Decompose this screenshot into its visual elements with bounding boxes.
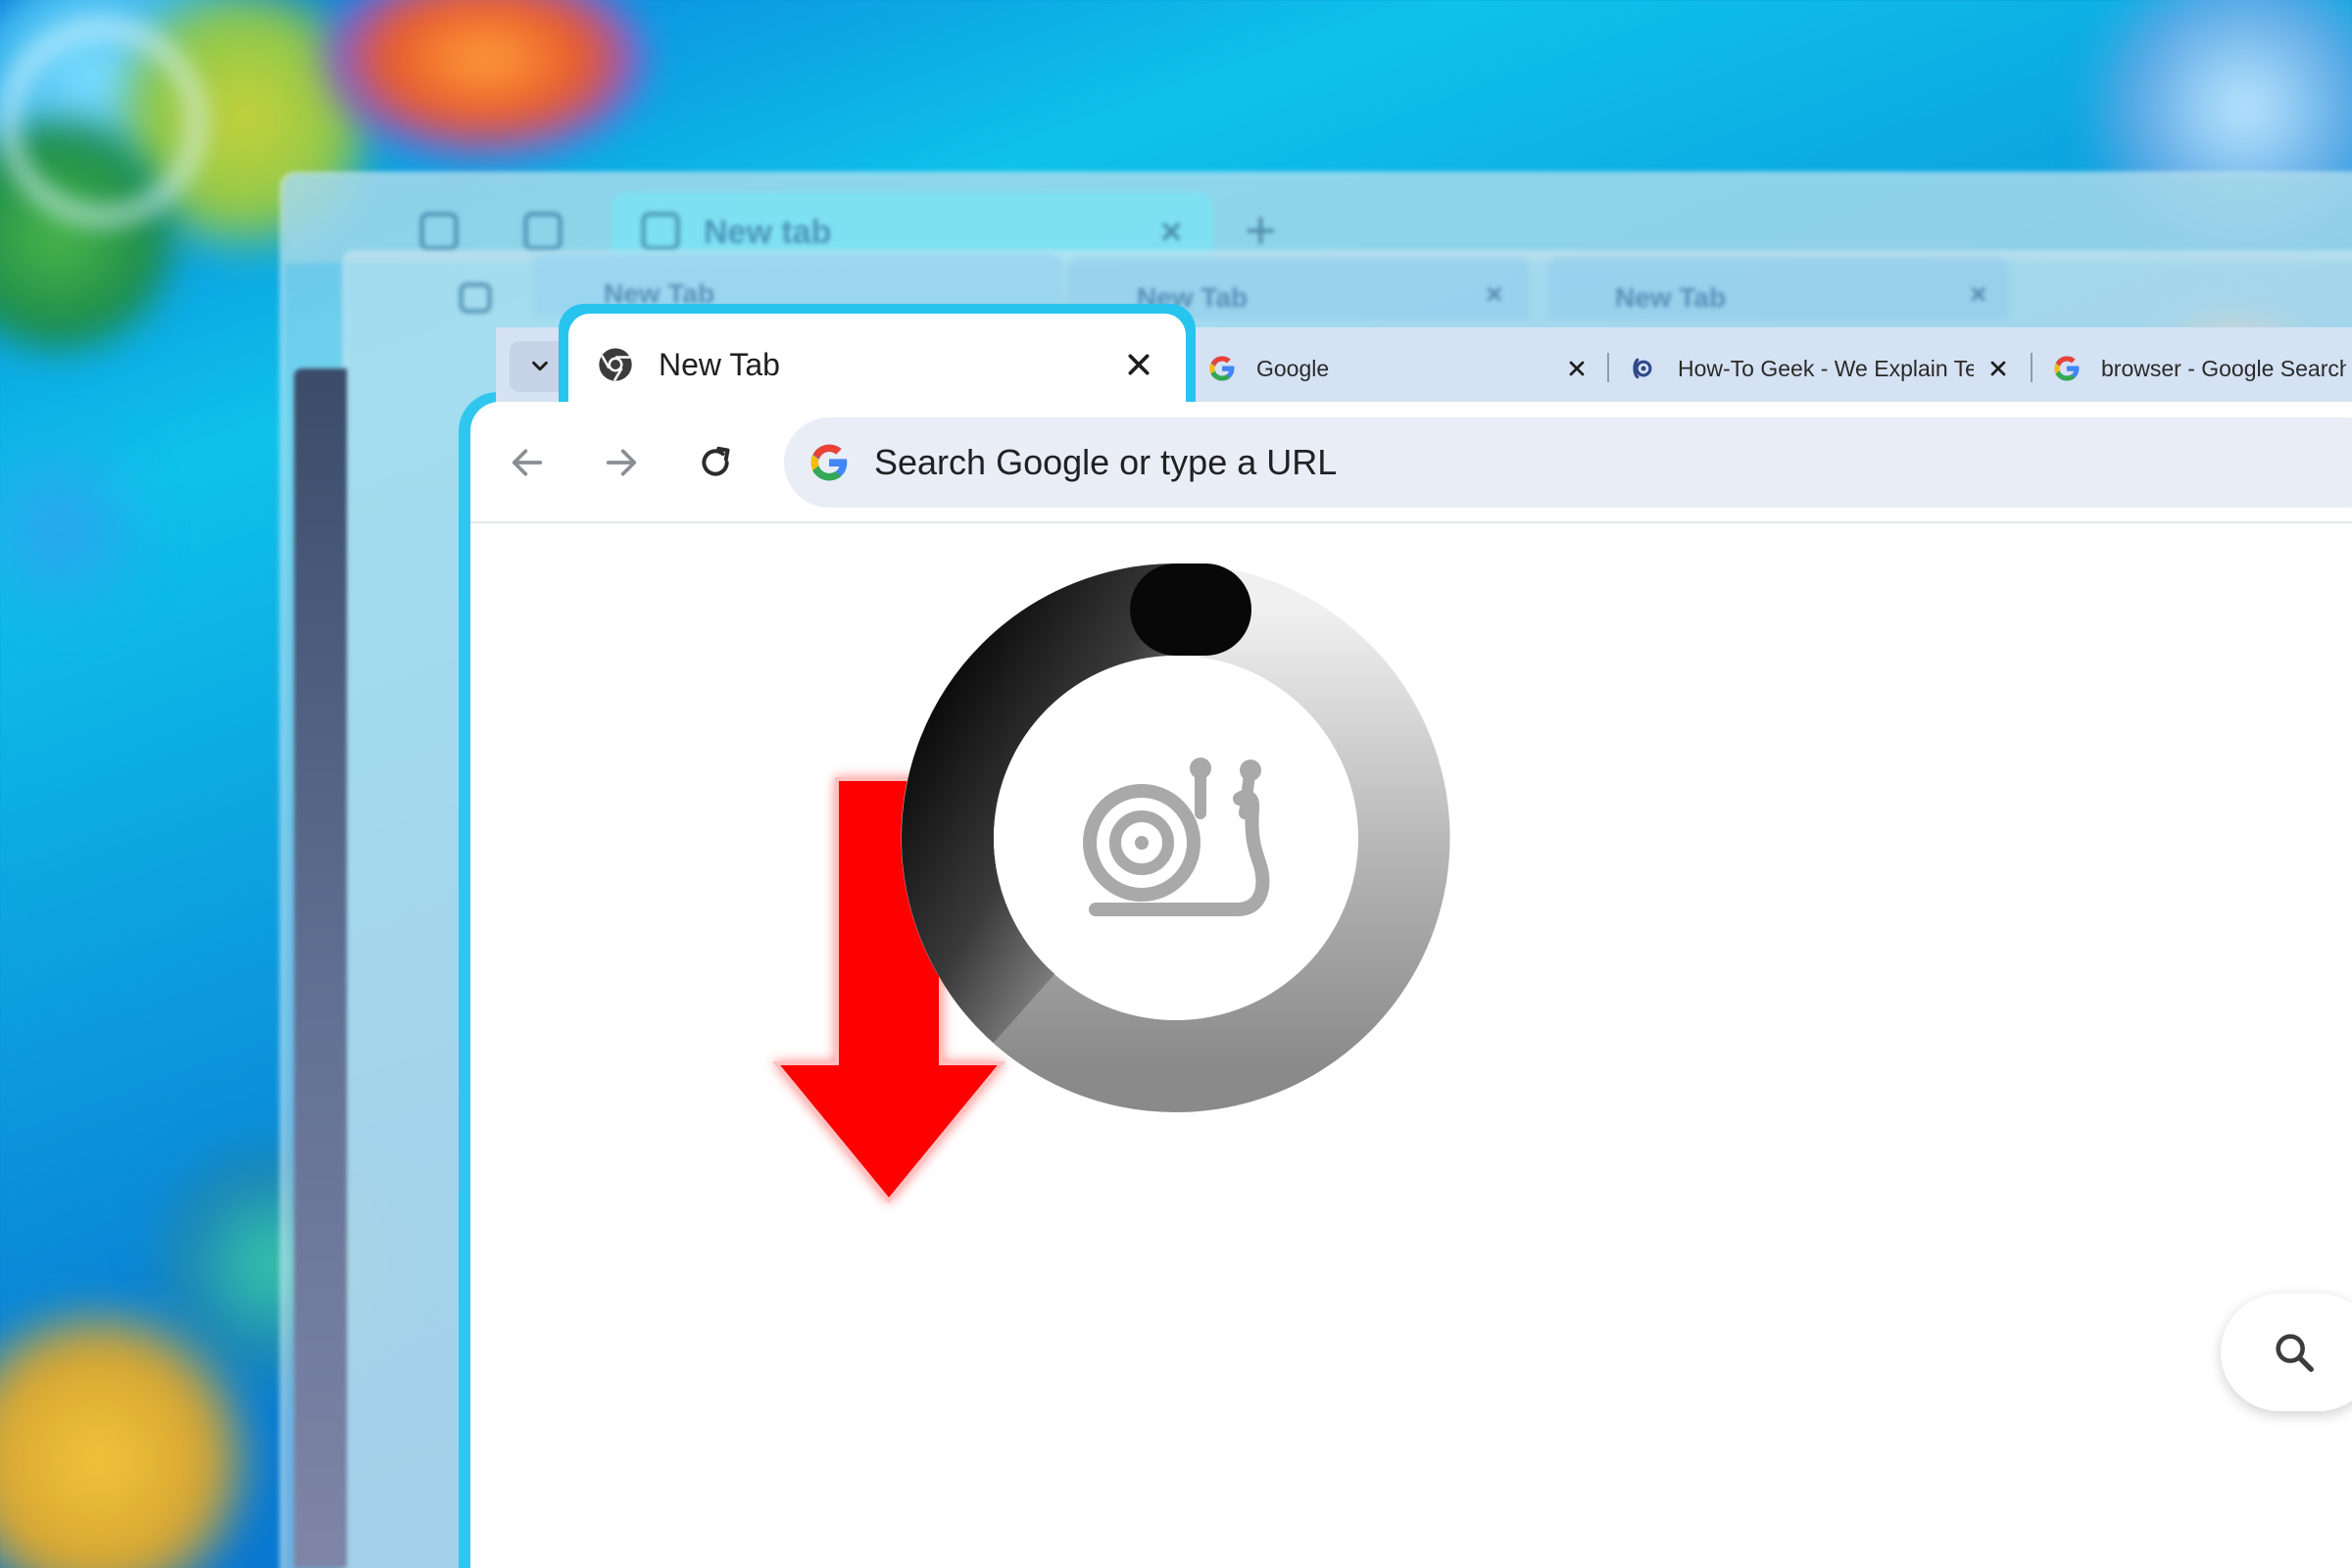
tab-title: New Tab	[659, 346, 780, 382]
tab-browser-google-search[interactable]: browser - Google Search	[2052, 343, 2346, 394]
omnibox-placeholder: Search Google or type a URL	[874, 442, 1338, 482]
back-button[interactable]	[496, 431, 559, 494]
tab-title: How-To Geek - We Explain Tech	[1678, 355, 1974, 381]
tab-how-to-geek[interactable]: How-To Geek - We Explain Tech	[1629, 343, 2011, 394]
background-window-2-tab-label-3: New Tab	[1615, 282, 1727, 313]
tab-new-tab[interactable]: New Tab	[568, 314, 1186, 416]
chrome-icon	[599, 348, 632, 381]
search-button[interactable]	[2221, 1294, 2352, 1411]
background-tab-actions-icon	[523, 212, 563, 251]
reload-button[interactable]	[684, 431, 747, 494]
background-workspaces-icon	[419, 212, 459, 251]
close-tab-button[interactable]	[1564, 356, 1590, 381]
background-window-2-tab-icon	[459, 282, 492, 314]
close-tab-button[interactable]	[1119, 345, 1158, 384]
tab-google[interactable]: Google	[1207, 343, 1590, 394]
close-icon	[1569, 361, 1585, 376]
forward-arrow-icon	[606, 449, 637, 476]
google-g-icon	[810, 444, 848, 481]
forward-button[interactable]	[590, 431, 653, 494]
background-window-1-tab-label: New tab	[704, 214, 832, 251]
close-icon	[1128, 354, 1150, 375]
omnibox[interactable]: Search Google or type a URL	[784, 417, 2352, 508]
tab-title: Google	[1256, 355, 1330, 381]
browser-toolbar: Search Google or type a URL	[470, 402, 2352, 523]
chevron-down-icon	[532, 361, 548, 371]
background-window-2-close-icon: ×	[1970, 278, 1987, 311]
back-arrow-icon	[512, 449, 543, 476]
tab-separator	[1607, 353, 1609, 382]
browser-content: Search Google or type a URL	[470, 402, 2352, 1568]
htg-icon	[1633, 358, 1652, 379]
background-tab-favicon-icon	[641, 212, 680, 251]
background-window-1-tabstrip	[284, 174, 2352, 263]
background-window-1-close-icon: ×	[1160, 212, 1183, 253]
close-tab-button[interactable]	[1985, 356, 2011, 381]
google-g-icon	[1209, 356, 1235, 381]
tab-title: browser - Google Search	[2101, 355, 2346, 381]
google-g-icon	[2054, 356, 2080, 381]
background-sidebar	[294, 368, 347, 1568]
background-window-2-close-icon: ×	[1486, 278, 1503, 311]
reload-icon	[702, 446, 730, 476]
close-icon	[1990, 361, 2006, 376]
search-icon	[2276, 1334, 2314, 1372]
tab-separator	[2031, 353, 2033, 382]
